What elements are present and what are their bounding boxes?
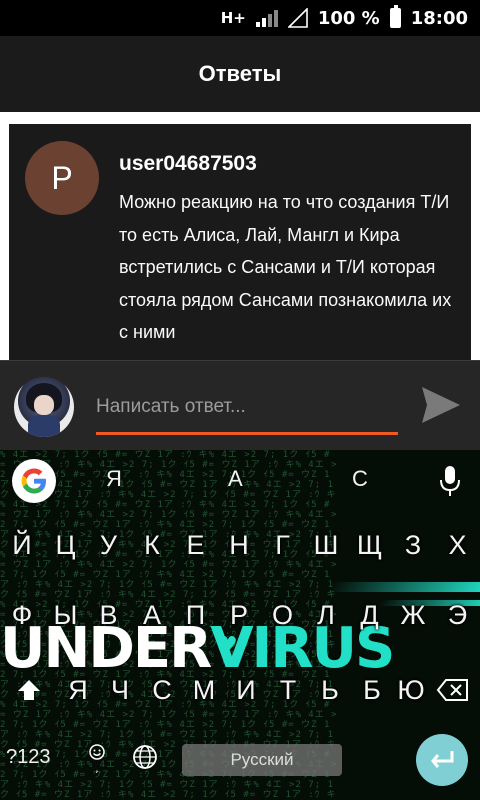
key-row-2: Ф Ы В А П Р О Л Д Ж Э (0, 585, 480, 645)
key[interactable]: Х (435, 515, 480, 575)
key[interactable]: Т (267, 660, 309, 720)
key[interactable]: Ц (44, 515, 87, 575)
key[interactable]: Ж (391, 585, 435, 645)
key[interactable]: Ч (99, 660, 141, 720)
clock: 18:00 (410, 7, 468, 29)
key[interactable]: Е (174, 515, 217, 575)
key-row-bottom: ?123 , Русский (0, 730, 480, 800)
signal-bars-icon (255, 9, 278, 27)
space-key[interactable]: Русский (182, 744, 342, 776)
key[interactable]: Ш (304, 515, 348, 575)
key[interactable]: М (183, 660, 225, 720)
key[interactable]: Э (435, 585, 480, 645)
answer-card[interactable]: P user04687503 Можно реакцию на то что с… (9, 124, 471, 360)
key[interactable]: Л (304, 585, 348, 645)
key[interactable]: Д (348, 585, 391, 645)
reply-bar (0, 360, 480, 450)
key[interactable]: О (261, 585, 304, 645)
key[interactable]: В (87, 585, 130, 645)
no-sim-signal-icon (287, 8, 308, 28)
key[interactable]: Р (217, 585, 261, 645)
emoji-icon[interactable]: , (88, 742, 106, 782)
app-bar: Ответы (0, 36, 480, 112)
send-icon[interactable] (418, 383, 464, 427)
key[interactable]: Ь (309, 660, 351, 720)
key[interactable]: П (174, 585, 217, 645)
key[interactable]: И (225, 660, 267, 720)
key[interactable]: Г (261, 515, 304, 575)
suggestion-1[interactable]: Я (106, 466, 122, 492)
enter-icon[interactable] (416, 734, 468, 786)
network-type: H+ (220, 9, 246, 27)
key[interactable]: З (391, 515, 435, 575)
key[interactable]: А (130, 585, 174, 645)
key[interactable]: Ы (44, 585, 87, 645)
symbols-key[interactable]: ?123 (6, 746, 51, 769)
key[interactable]: Н (217, 515, 261, 575)
avatar[interactable]: P (25, 141, 99, 215)
key[interactable]: К (130, 515, 174, 575)
key[interactable]: Щ (348, 515, 391, 575)
answer-text: Можно реакцию на то что создания Т/И то … (119, 192, 452, 342)
my-avatar (14, 377, 74, 437)
key[interactable]: Б (351, 660, 393, 720)
backspace-icon[interactable] (430, 660, 476, 720)
battery-icon (389, 5, 401, 28)
reply-input[interactable] (96, 381, 398, 435)
suggestion-2[interactable]: А (228, 466, 243, 492)
username[interactable]: user04687503 (119, 152, 257, 176)
status-bar: H+ 100 % 18:00 (0, 0, 480, 36)
globe-icon[interactable] (132, 744, 158, 770)
key[interactable]: У (87, 515, 130, 575)
key[interactable]: Ф (0, 585, 44, 645)
key[interactable]: С (141, 660, 183, 720)
mic-icon[interactable] (438, 464, 462, 498)
page-title: Ответы (198, 61, 282, 86)
shift-icon[interactable] (4, 660, 54, 720)
keyboard: % 4エ >2 7; 1ク ｲ5 #= ウZ 1ア :ｳ キ% 4エ >2 7;… (0, 450, 480, 800)
battery-percent: 100 % (317, 7, 380, 29)
key-row-3: Я Ч С М И Т Ь Б Ю (0, 660, 480, 720)
key[interactable]: Ю (393, 660, 429, 720)
key[interactable]: Я (57, 660, 99, 720)
google-icon[interactable] (12, 459, 56, 503)
key-row-1: Й Ц У К Е Н Г Ш Щ З Х (0, 515, 480, 575)
suggestion-3[interactable]: С (352, 466, 368, 492)
key[interactable]: Й (0, 515, 44, 575)
svg-text:,: , (95, 764, 98, 775)
